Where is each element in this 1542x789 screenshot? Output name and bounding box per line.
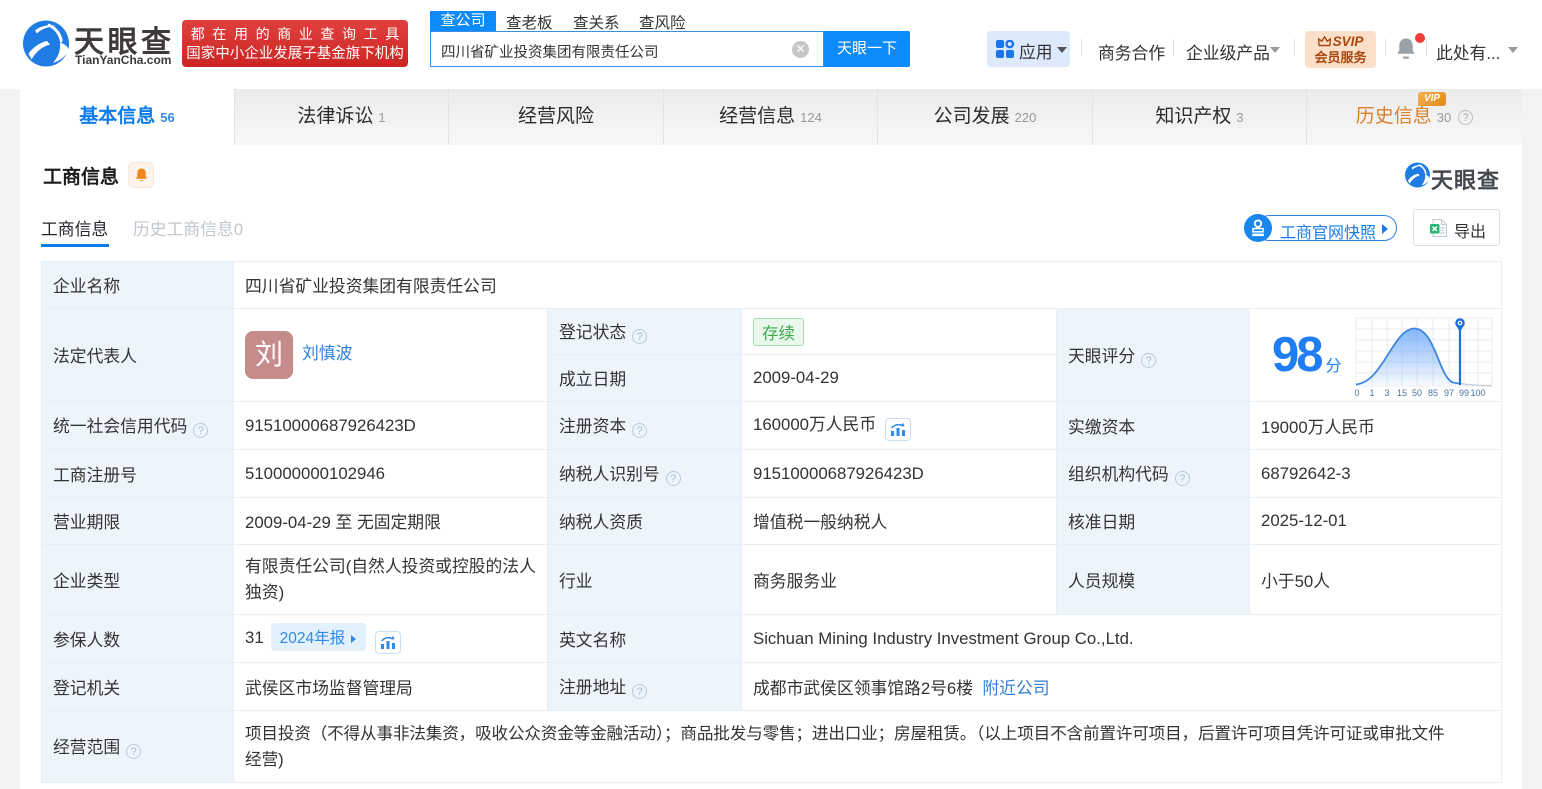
svg-text:85: 85 bbox=[1428, 388, 1438, 398]
svg-text:1: 1 bbox=[1369, 388, 1374, 398]
svg-text:50: 50 bbox=[1412, 388, 1422, 398]
svg-text:97: 97 bbox=[1444, 388, 1454, 398]
svg-text:0: 0 bbox=[1355, 388, 1360, 398]
svg-text:3: 3 bbox=[1384, 388, 1389, 398]
svg-text:15: 15 bbox=[1397, 388, 1407, 398]
svg-text:100: 100 bbox=[1470, 388, 1485, 398]
svg-text:99: 99 bbox=[1459, 388, 1469, 398]
